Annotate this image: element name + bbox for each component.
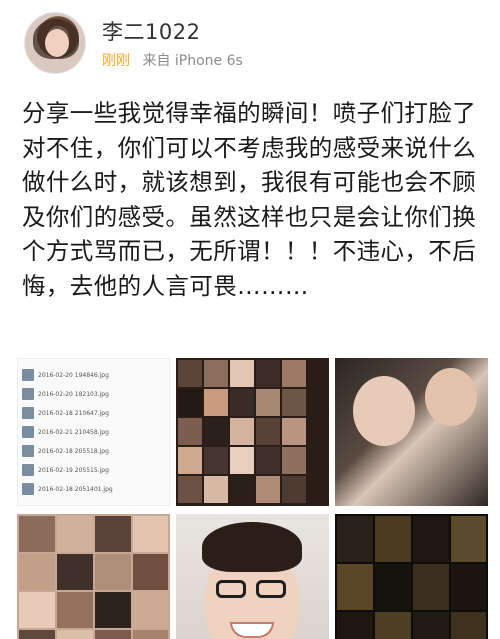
- collage-photo: [230, 476, 254, 503]
- collage-photo: [451, 612, 486, 639]
- collage-photo: [178, 360, 202, 387]
- file-thumbnail-icon: [22, 445, 34, 457]
- glasses-left-lens: [216, 580, 246, 598]
- photo-collage[interactable]: [176, 358, 329, 506]
- post-time: 刚刚: [102, 53, 130, 69]
- file-name: 2016-02-18 210647.jpg: [38, 409, 109, 417]
- post-text: 分享一些我觉得幸福的瞬间！喷子们打脸了对不住，你们可以不考虑我的感受来说什么做什…: [22, 99, 477, 300]
- collage-photo: [256, 418, 280, 445]
- collage-photo: [95, 554, 131, 590]
- file-thumbnail-icon: [22, 407, 34, 419]
- file-row[interactable]: 2016-02-21 210458.jpg: [22, 424, 166, 440]
- collage-photo: [19, 630, 55, 639]
- file-name: 2016-02-21 210458.jpg: [38, 428, 109, 436]
- collage-photo: [95, 630, 131, 639]
- file-name: 2016-02-20 194846.jpg: [38, 371, 109, 379]
- collage-photo: [256, 389, 280, 416]
- avatar-face-shape: [45, 29, 69, 57]
- collage-photo: [57, 630, 93, 639]
- collage-photo: [204, 360, 228, 387]
- post-meta: 刚刚 来自 iPhone 6s: [102, 50, 243, 70]
- file-thumbnail-icon: [22, 464, 34, 476]
- file-name: 2016-02-19 205515.jpg: [38, 466, 109, 474]
- collage-photo: [57, 516, 93, 552]
- collage-photo: [282, 360, 306, 387]
- collage-photo: [282, 389, 306, 416]
- collage-photo: [57, 554, 93, 590]
- collage-photo: [95, 592, 131, 628]
- photo-couple[interactable]: [335, 358, 488, 506]
- photo-collage[interactable]: [17, 514, 170, 639]
- photo-night-collage[interactable]: [335, 514, 488, 639]
- collage-photo: [133, 554, 168, 590]
- file-thumbnail-icon: [22, 483, 34, 495]
- hair-shape: [202, 522, 302, 572]
- photo-selfie[interactable]: [176, 514, 329, 639]
- collage-photo: [19, 592, 55, 628]
- post-source[interactable]: 来自 iPhone 6s: [142, 53, 242, 69]
- collage-photo: [230, 418, 254, 445]
- collage-photo: [451, 516, 486, 562]
- username[interactable]: 李二1022: [102, 16, 200, 46]
- collage-photo: [230, 447, 254, 474]
- photo-file-list[interactable]: 2016-02-20 194846.jpg 2016-02-20 182103.j…: [17, 358, 170, 506]
- collage-photo: [204, 418, 228, 445]
- collage-photo: [282, 418, 306, 445]
- file-row[interactable]: 2016-02-20 182103.jpg: [22, 386, 166, 402]
- file-row[interactable]: 2016-02-18 205518.jpg: [22, 443, 166, 459]
- file-row[interactable]: 2016-02-18 2051401.jpg: [22, 481, 166, 497]
- collage-photo: [133, 592, 168, 628]
- collage-photo: [413, 564, 449, 610]
- file-thumbnail-icon: [22, 369, 34, 381]
- collage-photo: [256, 360, 280, 387]
- collage-photo: [282, 476, 306, 503]
- collage-photo: [178, 418, 202, 445]
- file-name: 2016-02-18 2051401.jpg: [38, 485, 113, 493]
- collage-photo: [204, 389, 228, 416]
- collage-photo: [451, 564, 486, 610]
- file-row[interactable]: 2016-02-20 194846.jpg: [22, 367, 166, 383]
- collage-photo: [375, 516, 411, 562]
- collage-photo: [57, 592, 93, 628]
- collage-photo: [413, 516, 449, 562]
- collage-photo: [204, 476, 228, 503]
- file-row[interactable]: 2016-02-18 210647.jpg: [22, 405, 166, 421]
- post-header: 李二1022 刚刚 来自 iPhone 6s: [0, 0, 500, 86]
- collage-photo: [337, 516, 373, 562]
- file-row[interactable]: 2016-02-19 205515.jpg: [22, 462, 166, 478]
- collage-photo: [256, 476, 280, 503]
- collage-photo: [337, 564, 373, 610]
- collage-photo: [178, 389, 202, 416]
- collage-photo: [282, 447, 306, 474]
- face-shape: [353, 376, 415, 446]
- collage-photo: [95, 516, 131, 552]
- collage-photo: [375, 612, 411, 639]
- collage-photo: [19, 554, 55, 590]
- file-thumbnail-icon: [22, 426, 34, 438]
- collage-photo: [413, 612, 449, 639]
- file-name: 2016-02-20 182103.jpg: [38, 390, 109, 398]
- collage-photo: [133, 630, 168, 639]
- collage-photo: [256, 447, 280, 474]
- face-shape: [425, 368, 477, 426]
- collage-photo: [178, 476, 202, 503]
- glasses-right-lens: [256, 580, 286, 598]
- collage-photo: [230, 360, 254, 387]
- collage-photo: [230, 389, 254, 416]
- file-name: 2016-02-18 205518.jpg: [38, 447, 109, 455]
- avatar[interactable]: [24, 12, 86, 74]
- collage-photo: [204, 447, 228, 474]
- collage-photo: [19, 516, 55, 552]
- file-thumbnail-icon: [22, 388, 34, 400]
- collage-photo: [178, 447, 202, 474]
- collage-photo: [133, 516, 168, 552]
- collage-photo: [375, 564, 411, 610]
- collage-photo: [337, 612, 373, 639]
